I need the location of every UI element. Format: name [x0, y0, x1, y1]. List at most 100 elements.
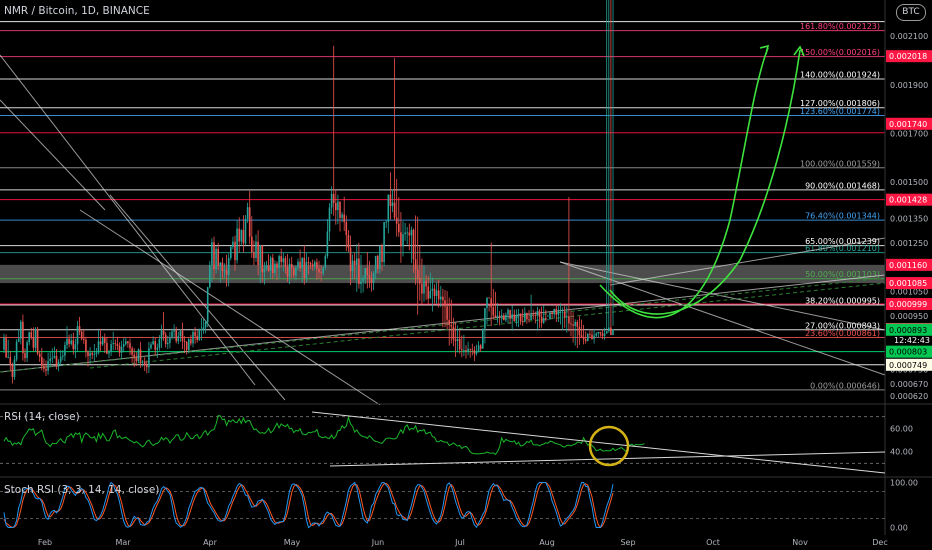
- candle-body: [595, 333, 597, 336]
- candle-body: [175, 330, 177, 342]
- candle-body: [454, 339, 457, 341]
- candle-body: [332, 193, 335, 204]
- candle-body: [38, 353, 41, 358]
- candle-body: [181, 330, 184, 342]
- candle-body: [206, 287, 209, 323]
- candle-body: [337, 201, 339, 211]
- candle-body: [251, 236, 253, 253]
- candle-body: [498, 315, 501, 317]
- candle-body: [22, 321, 24, 354]
- candle-body: [120, 346, 123, 353]
- candle-body: [580, 335, 583, 338]
- candle-body: [278, 256, 280, 268]
- candle-body: [41, 357, 43, 367]
- price-tick-7: 0.000950: [890, 312, 928, 321]
- candle-body: [377, 255, 379, 269]
- candle-body: [603, 333, 606, 336]
- candle-body: [484, 307, 486, 329]
- time-tick-3: May: [284, 538, 301, 547]
- candle-body: [534, 314, 537, 316]
- candle-body: [349, 247, 352, 272]
- candle-body: [200, 329, 203, 331]
- candle-body: [78, 326, 81, 332]
- candle-body: [244, 219, 247, 244]
- candle-body: [351, 260, 354, 272]
- candle-body: [305, 262, 308, 278]
- price-tick-3: 0.001500: [890, 178, 928, 187]
- time-tick-5: Jul: [454, 538, 465, 547]
- candle-body: [211, 242, 213, 266]
- candle-body: [328, 207, 331, 232]
- candle-body: [219, 262, 222, 267]
- candle-body: [85, 339, 87, 352]
- candle-body: [28, 332, 30, 343]
- fib-label-0: 161.80%(0.002123): [800, 22, 880, 31]
- candle-body: [387, 194, 390, 222]
- candle-body: [582, 337, 585, 340]
- candle-body: [257, 241, 259, 266]
- candle-body: [505, 314, 507, 321]
- candle-body: [448, 319, 450, 325]
- candle-body: [158, 339, 161, 348]
- candle-body: [225, 270, 228, 275]
- candle-body: [137, 349, 140, 362]
- price-tick-2: 0.001700: [890, 130, 928, 139]
- candle-body: [112, 343, 114, 345]
- candle-body: [601, 333, 604, 336]
- price-tag-8: 0.000803: [889, 348, 927, 357]
- candle-body: [557, 311, 560, 315]
- candle-body: [442, 296, 444, 301]
- candle-body: [53, 356, 56, 358]
- fib-label-7: 76.40%(0.001344): [805, 212, 880, 221]
- candle-body: [253, 252, 255, 259]
- candle-body: [416, 269, 419, 279]
- candle-body: [301, 257, 303, 269]
- candle-body: [408, 232, 411, 236]
- candle-body: [232, 241, 234, 247]
- currency-badge[interactable]: BTC: [896, 4, 926, 21]
- candle-body: [116, 343, 119, 346]
- candle-body: [482, 328, 484, 349]
- candle-body: [64, 345, 66, 356]
- candle-body: [538, 310, 541, 317]
- candle-body: [80, 331, 83, 339]
- candle-body: [568, 316, 570, 324]
- time-tick-7: Sep: [620, 538, 635, 547]
- candle-body: [32, 337, 35, 348]
- candle-body: [5, 337, 7, 358]
- candle-body: [547, 319, 549, 321]
- candle-body: [456, 339, 459, 341]
- candle-body: [584, 339, 587, 342]
- candle-body: [589, 333, 591, 335]
- candle-body: [76, 326, 79, 345]
- candle-body: [179, 330, 182, 337]
- time-tick-8: Oct: [706, 538, 720, 547]
- candle-body: [89, 353, 91, 357]
- candle-body: [154, 341, 156, 350]
- candle-body: [72, 340, 75, 350]
- rsi-pane-label: RSI (14, close): [4, 411, 80, 423]
- candle-body: [574, 321, 576, 326]
- candle-body: [209, 265, 211, 288]
- candle-body: [183, 341, 186, 343]
- candle-body: [519, 313, 522, 322]
- candle-body: [9, 357, 12, 365]
- candle-body: [381, 245, 383, 263]
- trading-chart[interactable]: 161.80%(0.002123) 150.00%(0.002016) 140.00…: [0, 0, 932, 550]
- candle-body: [605, 330, 608, 334]
- candle-body: [236, 228, 238, 261]
- candle-body: [320, 272, 322, 274]
- candle-body: [164, 334, 167, 345]
- chart-title: NMR / Bitcoin, 1D, BINANCE: [4, 5, 150, 17]
- candle-body: [148, 348, 150, 368]
- price-tick-4: 0.001350: [890, 215, 928, 224]
- candle-body: [282, 258, 285, 263]
- candle-body: [316, 262, 318, 269]
- candle-body: [47, 361, 49, 371]
- candle-body: [3, 337, 5, 350]
- fib-label-5: 100.00%(0.001559): [800, 159, 880, 168]
- candle-body: [521, 321, 524, 323]
- candle-body: [101, 338, 104, 345]
- candle-body: [540, 316, 543, 323]
- candle-body: [496, 315, 499, 318]
